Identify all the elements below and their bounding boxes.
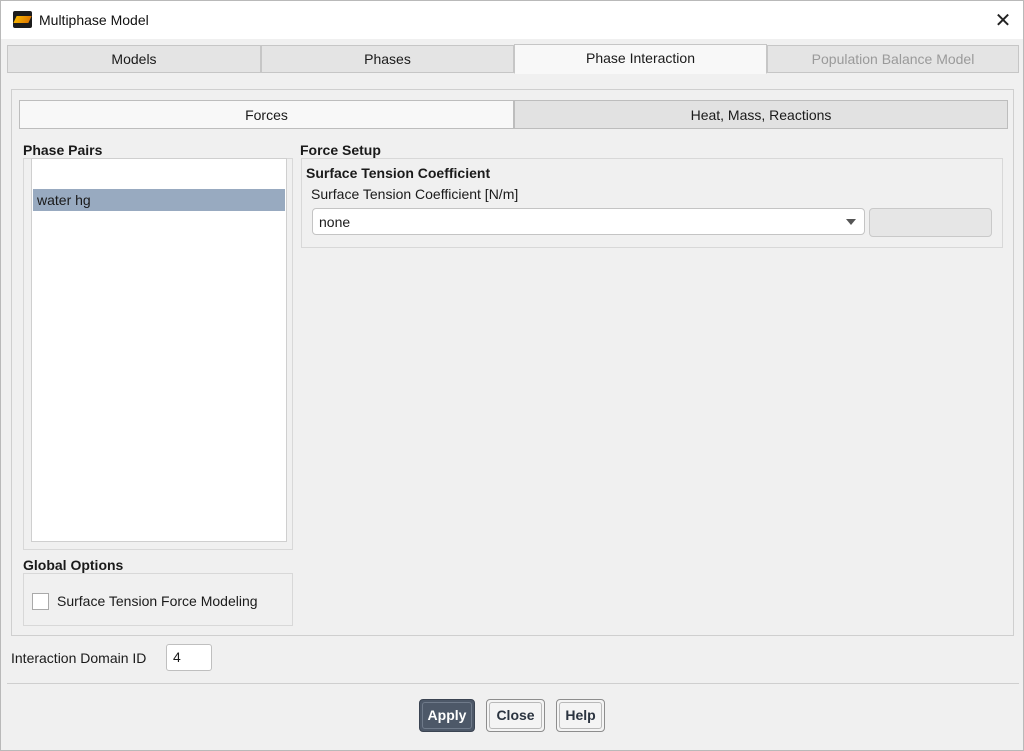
- window-title: Multiphase Model: [39, 12, 149, 28]
- surface-tension-method-dropdown[interactable]: none: [312, 208, 865, 235]
- app-logo-icon: [13, 11, 32, 28]
- tab-phase-interaction[interactable]: Phase Interaction: [514, 44, 767, 74]
- footer-divider: [7, 683, 1019, 684]
- surface-tension-force-modeling-checkbox[interactable]: [32, 593, 49, 610]
- interaction-domain-id-field[interactable]: 4: [166, 644, 212, 671]
- dropdown-value: none: [319, 214, 351, 230]
- title-bar: Multiphase Model ✕: [1, 1, 1023, 39]
- help-button-label: Help: [565, 707, 596, 723]
- tab-phases[interactable]: Phases: [261, 45, 514, 73]
- close-icon[interactable]: ✕: [989, 6, 1017, 34]
- apply-button-label: Apply: [427, 707, 467, 723]
- surface-tension-coefficient-heading: Surface Tension Coefficient: [306, 165, 491, 181]
- tab-models[interactable]: Models: [7, 45, 261, 73]
- surface-tension-force-modeling-label: Surface Tension Force Modeling: [57, 593, 258, 609]
- phase-pairs-list[interactable]: water hg: [31, 158, 287, 542]
- help-button[interactable]: Help: [556, 699, 605, 732]
- phase-interaction-panel: Forces Heat, Mass, Reactions Phase Pairs…: [11, 89, 1014, 636]
- list-item[interactable]: water hg: [33, 189, 285, 211]
- close-button[interactable]: Close: [486, 699, 545, 732]
- multiphase-model-dialog: Multiphase Model ✕ Models Phases Phase I…: [0, 0, 1024, 751]
- phase-pairs-title: Phase Pairs: [23, 142, 103, 158]
- tab-population-balance-model: Population Balance Model: [767, 45, 1019, 73]
- main-tab-bar: Models Phases Phase Interaction Populati…: [7, 44, 1019, 74]
- apply-button[interactable]: Apply: [419, 699, 475, 732]
- subtab-forces[interactable]: Forces: [19, 100, 514, 129]
- force-setup-title: Force Setup: [300, 142, 381, 158]
- global-options-title: Global Options: [23, 557, 124, 573]
- close-button-label: Close: [496, 707, 535, 723]
- surface-tension-coefficient-label: Surface Tension Coefficient [N/m]: [311, 186, 519, 202]
- interaction-domain-id-label: Interaction Domain ID: [11, 650, 147, 666]
- subtab-heat-mass-reactions[interactable]: Heat, Mass, Reactions: [514, 100, 1008, 129]
- surface-tension-coefficient-value: [869, 208, 992, 237]
- chevron-down-icon: [846, 219, 856, 225]
